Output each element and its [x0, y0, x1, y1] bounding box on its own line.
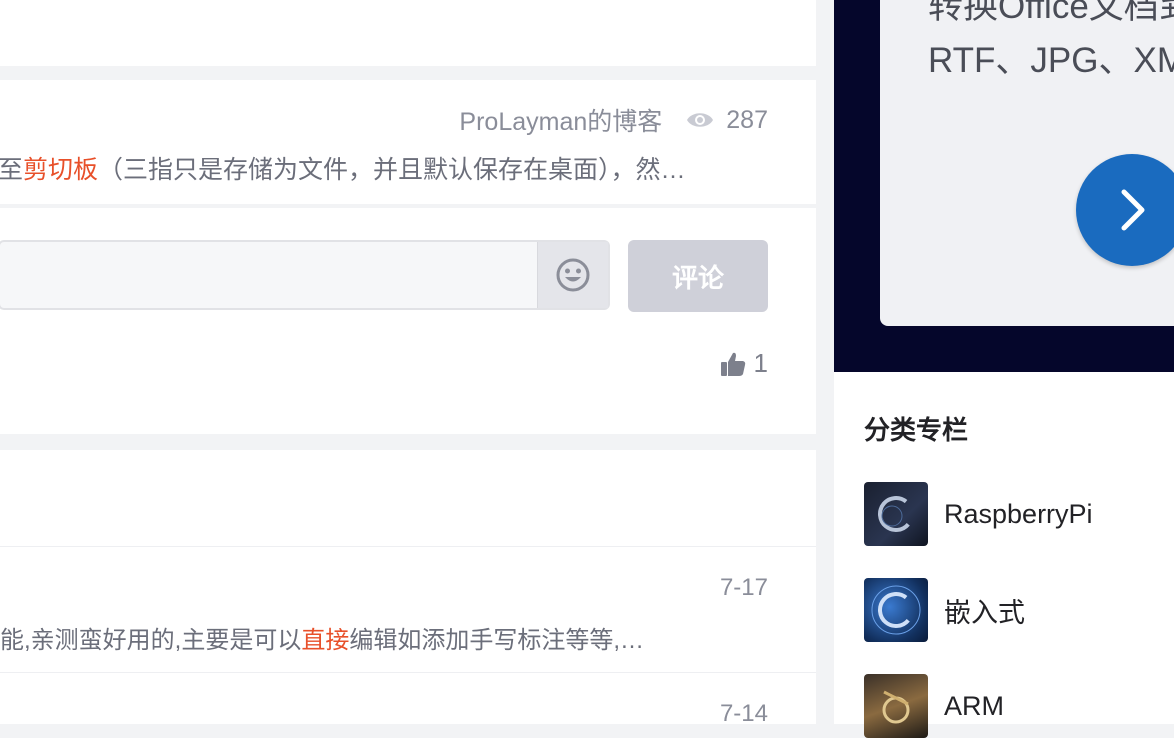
promo-text-line1: 转换Office文档到	[928, 0, 1174, 26]
comment-submit-button[interactable]: 评论	[628, 240, 768, 312]
comment-card: 评论 1	[0, 208, 816, 434]
snippet-highlight: 直接	[301, 627, 350, 654]
category-title: 分类专栏	[864, 415, 969, 445]
related-list: 7-17 能,亲测蛮好用的,主要是可以直接编辑如添加手写标注等等,… 7-14	[0, 450, 816, 727]
emoji-button[interactable]	[537, 242, 608, 308]
category-label: RaspberryPi	[944, 498, 1093, 529]
category-item[interactable]: 嵌入式	[864, 578, 1025, 642]
divider	[0, 672, 816, 673]
related-snippet[interactable]: 能,亲测蛮好用的,主要是可以直接编辑如添加手写标注等等,…	[0, 620, 768, 655]
view-count: 287	[726, 105, 768, 134]
snippet-text: 编辑如添加手写标注等等,…	[349, 627, 645, 654]
category-thumbnail	[864, 482, 928, 546]
snippet-highlight: 剪切板	[23, 156, 99, 184]
category-item[interactable]: ARM	[864, 674, 1004, 738]
article-meta: ProLayman的博客 287	[459, 102, 768, 138]
author-name[interactable]: ProLayman的博客	[459, 102, 662, 138]
article-card[interactable]: ProLayman的博客 287 至剪切板（三指只是存储为文件，并且默认保存在桌…	[0, 80, 816, 204]
like-button[interactable]: 1	[720, 348, 768, 379]
article-snippet[interactable]: 至剪切板（三指只是存储为文件，并且默认保存在桌面），然…	[0, 150, 768, 186]
thumbs-up-icon	[720, 352, 745, 376]
right-sidebar: 转换Office文档到 RTF、JPG、XM 分类专栏 RaspberryPi …	[834, 0, 1174, 738]
category-label: ARM	[944, 690, 1004, 721]
column-gap	[816, 0, 834, 724]
category-item[interactable]: RaspberryPi	[864, 482, 1093, 546]
promo-text-line2: RTF、JPG、XM	[928, 41, 1174, 80]
snippet-text: 至	[0, 156, 24, 184]
divider	[0, 546, 816, 547]
top-card	[0, 0, 816, 66]
category-thumbnail	[864, 578, 928, 642]
promo-banner[interactable]: 转换Office文档到 RTF、JPG、XM	[834, 0, 1174, 372]
eye-icon	[687, 113, 714, 127]
main-column: ProLayman的博客 287 至剪切板（三指只是存储为文件，并且默认保存在桌…	[0, 0, 816, 727]
like-count: 1	[753, 348, 768, 378]
comment-input[interactable]	[0, 240, 610, 310]
category-label: 嵌入式	[944, 597, 1025, 628]
snippet-text: 能,亲测蛮好用的,主要是可以	[0, 627, 302, 654]
snippet-text: （三指只是存储为文件，并且默认保存在桌面），然…	[98, 156, 686, 184]
smiley-icon	[556, 258, 590, 292]
category-thumbnail	[864, 674, 928, 738]
related-date: 7-17	[719, 574, 768, 601]
chevron-right-icon	[1121, 189, 1145, 231]
